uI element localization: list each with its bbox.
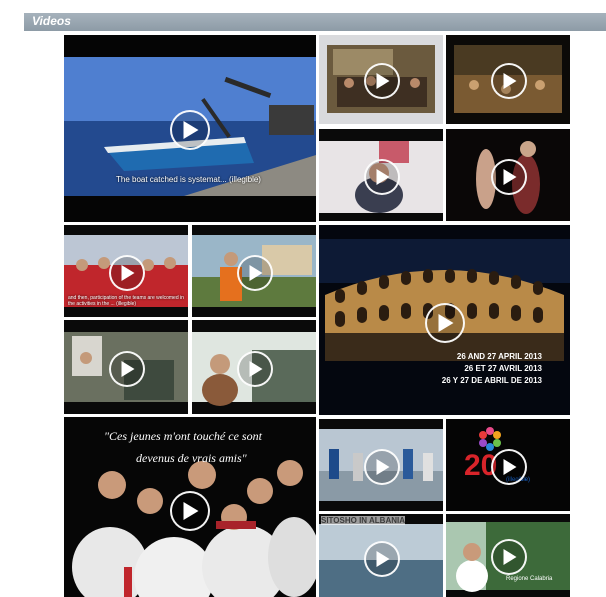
play-button-icon[interactable] [425, 303, 465, 343]
video-caption: Regione Calabria [506, 576, 553, 582]
play-button-icon[interactable] [170, 110, 210, 150]
video-thumbnail-dancers[interactable] [319, 419, 443, 511]
video-caption: and then, participation of the teams are… [68, 295, 184, 307]
play-button-icon[interactable] [364, 159, 400, 195]
video-thumbnail-group-red[interactable]: and then, participation of the teams are… [64, 225, 188, 317]
caption-line-es: 26 Y 27 DE ABRIL DE 2013 [441, 376, 542, 385]
play-button-icon[interactable] [170, 491, 210, 531]
play-button-icon[interactable] [364, 449, 400, 485]
play-button-icon[interactable] [491, 539, 527, 575]
video-thumbnail-harbor[interactable]: The boat catched is systemat... (illegib… [64, 35, 316, 222]
play-button-icon[interactable] [237, 351, 273, 387]
video-thumbnail-fashion[interactable] [446, 129, 570, 221]
arena-date-caption: 26 AND 27 APRIL 2013 26 ET 27 AVRIL 2013… [442, 351, 542, 387]
video-overlay-title: SITOSHO IN ALBANIA [321, 516, 406, 525]
video-thumbnail-workshop[interactable] [64, 320, 188, 414]
caption-line-en: 26 AND 27 APRIL 2013 [456, 352, 542, 361]
video-thumbnail-classroom[interactable] [319, 35, 443, 124]
play-button-icon[interactable] [109, 351, 145, 387]
video-thumbnail-young-man[interactable] [192, 320, 316, 414]
section-title: Videos [32, 14, 71, 28]
video-thumbnail-anniversary-logo[interactable]: 20 (illegible) [446, 419, 570, 511]
video-thumbnail-youth-group[interactable]: "Ces jeunes m'ont touché ce sont devenus… [64, 417, 316, 597]
video-thumbnail-regione-calabria[interactable]: Regione Calabria [446, 514, 570, 597]
video-thumbnail-auditorium[interactable] [446, 35, 570, 124]
play-button-icon[interactable] [364, 63, 400, 99]
video-thumbnail-arena[interactable]: 26 AND 27 APRIL 2013 26 ET 27 AVRIL 2013… [319, 225, 570, 415]
play-button-icon[interactable] [491, 159, 527, 195]
quote-line-2: devenus de vrais amis" [136, 451, 247, 465]
videos-section-header: Videos [24, 13, 606, 31]
play-button-icon[interactable] [491, 449, 527, 485]
video-caption: The boat catched is systemat... (illegib… [116, 175, 261, 184]
play-button-icon[interactable] [109, 255, 145, 291]
play-button-icon[interactable] [491, 63, 527, 99]
video-thumbnail-sea-albania[interactable]: SITOSHO IN ALBANIA [319, 514, 443, 597]
video-quote: "Ces jeunes m'ont touché ce sont devenus… [104, 425, 262, 469]
caption-line-fr: 26 ET 27 AVRIL 2013 [464, 364, 542, 373]
video-thumbnail-speaker[interactable] [319, 129, 443, 221]
quote-line-1: "Ces jeunes m'ont touché ce sont [104, 429, 262, 443]
video-thumbnail-worker[interactable] [192, 225, 316, 317]
play-button-icon[interactable] [237, 255, 273, 291]
play-button-icon[interactable] [364, 541, 400, 577]
